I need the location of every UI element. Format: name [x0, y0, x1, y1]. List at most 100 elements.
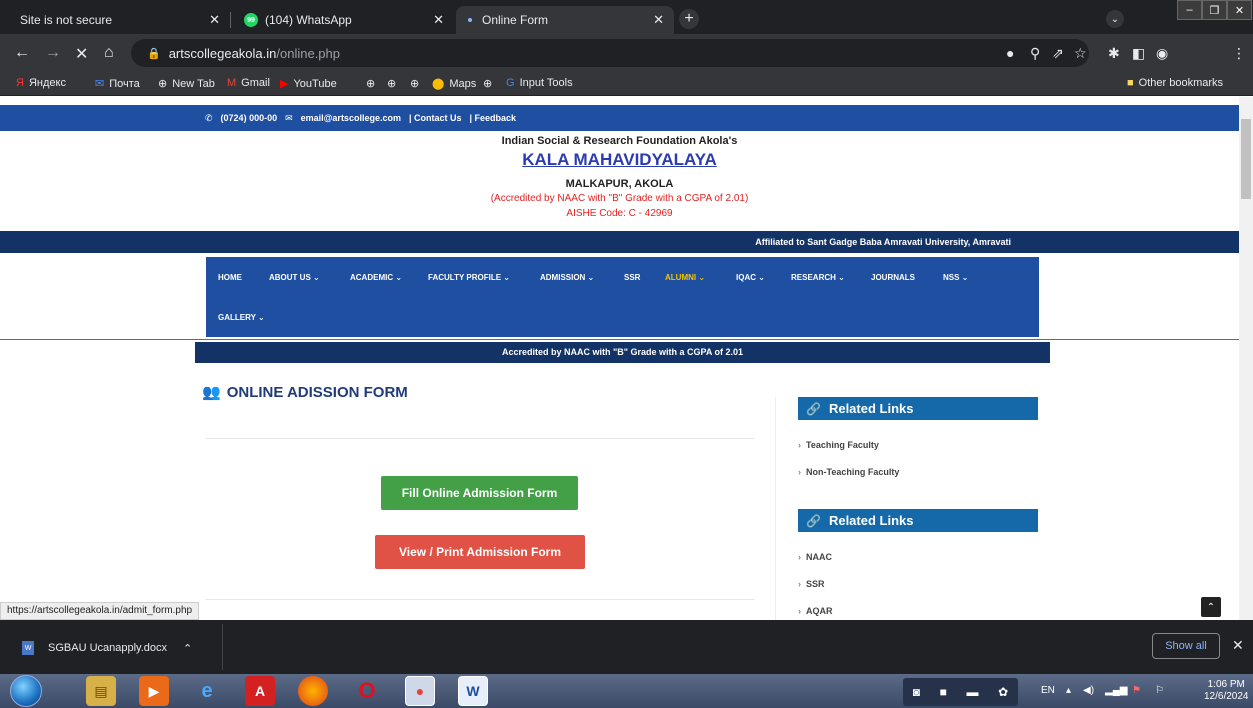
fill-admission-form-button[interactable]: Fill Online Admission Form [381, 476, 578, 510]
link-icon: 🔗 [806, 513, 821, 528]
tab-site-not-secure[interactable]: Site is not secure ✕ [8, 6, 231, 34]
back-icon[interactable]: ← [14, 44, 30, 62]
tab-whatsapp[interactable]: 99 (104) WhatsApp ✕ [232, 6, 454, 34]
menu-icon[interactable]: ⋮ [1232, 45, 1246, 62]
share-icon[interactable]: ⇗ [1052, 45, 1064, 62]
tab-title: (104) WhatsApp [265, 13, 352, 27]
address-bar[interactable]: 🔒 artscollegeakola.in/online.php [131, 39, 1089, 67]
window-icon[interactable]: ▬ [967, 685, 979, 699]
maps-icon: ⬤ [432, 78, 445, 90]
language-indicator[interactable]: EN [1041, 685, 1055, 696]
volume-icon[interactable]: ◀) [1083, 685, 1094, 696]
nav-alumni[interactable]: ALUMNI ⌄ [665, 273, 705, 282]
nav-faculty-profile[interactable]: FACULTY PROFILE ⌄ [428, 273, 510, 282]
scrollbar-thumb[interactable] [1241, 119, 1251, 199]
aishe-code: AISHE Code: C - 42969 [566, 208, 673, 219]
signal-icon[interactable]: ▂▄▆ [1105, 685, 1127, 696]
video-icon[interactable]: ■ [940, 685, 947, 699]
network-icon[interactable]: ⚑ [1132, 685, 1141, 696]
chrome-icon[interactable]: ● [405, 676, 435, 706]
google-icon: G [506, 77, 515, 89]
download-item[interactable]: W SGBAU Ucanapply.docx ⌃ [22, 641, 192, 655]
bookmark-pochta[interactable]: ✉ Почта [95, 77, 140, 91]
clock[interactable]: 1:06 PM 12/6/2024 [1204, 679, 1249, 703]
globe-icon[interactable]: ⊕ [387, 77, 396, 90]
nav-ssr[interactable]: SSR [624, 273, 640, 282]
bookmark-other[interactable]: ■ Other bookmarks [1127, 77, 1223, 89]
nav-research[interactable]: RESEARCH ⌄ [791, 273, 845, 282]
link-naac[interactable]: › NAAC [798, 552, 832, 562]
bookmark-maps[interactable]: ⬤ Maps [432, 77, 476, 91]
page-scrollbar[interactable] [1239, 97, 1253, 620]
chevron-right-icon: › [798, 552, 801, 562]
close-icon[interactable]: ✕ [433, 12, 444, 28]
extensions-icon[interactable]: ✱ [1108, 45, 1120, 62]
tray-arrow-icon[interactable]: ▴ [1066, 685, 1071, 696]
bookmark-yandex[interactable]: Я Яндекс [16, 77, 66, 89]
new-tab-button[interactable]: + [679, 9, 699, 29]
lock-icon[interactable]: 🔒 [147, 47, 161, 60]
show-all-button[interactable]: Show all [1152, 633, 1220, 659]
minimize-icon[interactable]: – [1177, 0, 1202, 20]
flag-icon[interactable]: ⚐ [1155, 685, 1164, 696]
google-icon[interactable]: ● [1006, 45, 1014, 61]
tab-search-icon[interactable]: ⌄ [1106, 10, 1124, 28]
chevron-up-icon[interactable]: ⌃ [183, 642, 192, 655]
nav-academic[interactable]: ACADEMIC ⌄ [350, 273, 402, 282]
chevron-right-icon: › [798, 467, 801, 477]
forward-icon[interactable]: → [45, 44, 61, 62]
explorer-icon[interactable]: ▤ [86, 676, 116, 706]
media-player-icon[interactable]: ▶ [139, 676, 169, 706]
zoom-icon[interactable]: ⚲ [1030, 45, 1040, 62]
link-non-teaching-faculty[interactable]: › Non-Teaching Faculty [798, 467, 899, 477]
status-url: https://artscollegeakola.in/admit_form.p… [0, 602, 200, 620]
globe-icon[interactable]: ⊕ [410, 77, 419, 90]
view-print-admission-form-button[interactable]: View / Print Admission Form [375, 535, 585, 569]
nav-iqac[interactable]: IQAC ⌄ [736, 273, 765, 282]
home-icon[interactable]: ⌂ [104, 44, 114, 62]
word-icon[interactable]: W [458, 676, 488, 706]
close-downloads-icon[interactable]: ✕ [1232, 637, 1244, 654]
nav-admission[interactable]: ADMISSION ⌄ [540, 273, 594, 282]
bookmark-star-icon[interactable]: ☆ [1074, 45, 1087, 62]
stop-icon[interactable]: ✕ [75, 44, 88, 64]
loading-icon [468, 18, 472, 22]
globe-icon[interactable]: ⊕ [483, 77, 492, 90]
start-button[interactable] [10, 675, 42, 707]
bookmark-gmail[interactable]: M Gmail [227, 77, 270, 89]
link-aqar[interactable]: › AQAR [798, 606, 833, 616]
close-icon[interactable]: ✕ [653, 12, 664, 28]
folder-icon: ■ [1127, 77, 1134, 89]
email-link[interactable]: email@artscollege.com [301, 113, 401, 124]
acrobat-icon[interactable]: A [245, 676, 275, 706]
link-ssr[interactable]: › SSR [798, 579, 825, 589]
opera-icon[interactable]: O [352, 676, 382, 706]
close-icon[interactable]: ✕ [209, 12, 220, 28]
window-close-icon[interactable]: ✕ [1227, 0, 1252, 20]
nav-journals[interactable]: JOURNALS [871, 273, 915, 282]
nav-nss[interactable]: NSS ⌄ [943, 273, 968, 282]
tab-online-form[interactable]: Online Form ✕ [456, 6, 674, 34]
restore-icon[interactable]: ❐ [1202, 0, 1227, 20]
globe-icon: ⊕ [158, 78, 168, 90]
side-panel-icon[interactable]: ◧ [1132, 45, 1145, 62]
profile-avatar-icon[interactable]: ◉ [1156, 45, 1168, 62]
feedback-link[interactable]: | Feedback [470, 113, 517, 124]
ie-icon[interactable]: e [192, 676, 222, 706]
camera-icon[interactable]: ◙ [913, 685, 920, 699]
globe-icon[interactable]: ⊕ [366, 77, 375, 90]
nav-home[interactable]: HOME [218, 273, 242, 282]
contact-link[interactable]: | Contact Us [409, 113, 462, 124]
nav-gallery[interactable]: GALLERY ⌄ [218, 313, 265, 322]
chevron-right-icon: › [798, 440, 801, 450]
nav-about[interactable]: ABOUT US ⌄ [269, 273, 320, 282]
firefox-icon[interactable] [298, 676, 328, 706]
college-name-link[interactable]: KALA MAHAVIDYALAYA [0, 150, 1239, 170]
scroll-top-button[interactable]: ⌃ [1201, 597, 1221, 617]
institution-name: Indian Social & Research Foundation Akol… [501, 135, 738, 147]
bookmark-youtube[interactable]: ▶ YouTube [280, 77, 337, 91]
settings-icon[interactable]: ✿ [998, 685, 1008, 699]
bookmark-new-tab[interactable]: ⊕ New Tab [158, 77, 215, 91]
bookmark-input-tools[interactable]: G Input Tools [506, 77, 573, 89]
link-teaching-faculty[interactable]: › Teaching Faculty [798, 440, 879, 450]
